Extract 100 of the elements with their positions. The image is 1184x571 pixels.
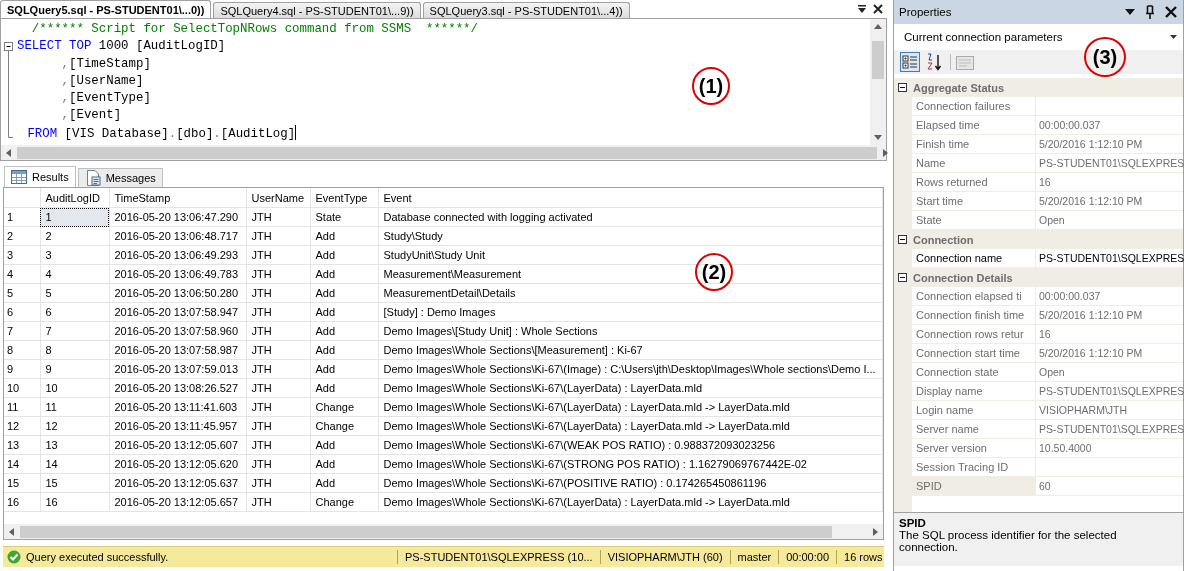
status-field: master: [729, 550, 779, 564]
grid-icon: [11, 170, 27, 184]
property-value: VISIOPHARM\JTH: [1038, 403, 1129, 418]
scrollbar-thumb[interactable]: [17, 146, 877, 159]
column-header[interactable]: TimeStamp: [109, 188, 246, 208]
table-cell: Demo Images\Whole Sections\Ki-67\(LayerData) : LayerData.mld -> LayerData.mld: [378, 416, 883, 436]
row-number: 12: [4, 416, 40, 436]
categorized-icon[interactable]: [900, 52, 920, 72]
property-value: 5/20/2016 1:12:10 PM: [1038, 346, 1144, 361]
close-icon[interactable]: [1165, 6, 1177, 18]
table-cell: 13: [40, 435, 109, 455]
table-cell: State: [310, 207, 378, 227]
table-cell: JTH: [246, 340, 310, 360]
column-header[interactable]: UserName: [246, 188, 310, 208]
status-message: Query executed successfully.: [26, 551, 169, 563]
table-cell: Demo Images\[Study Unit] : Whole Sections: [378, 321, 883, 341]
collapse-icon[interactable]: [898, 235, 907, 244]
column-header[interactable]: AuditLogID: [40, 188, 109, 208]
property-pages-icon: [956, 54, 974, 70]
table-cell: 2016-05-20 13:06:50.280: [109, 283, 246, 303]
property-name[interactable]: Elapsed time: [912, 116, 1036, 134]
table-cell: JTH: [246, 321, 310, 341]
vertical-scrollbar[interactable]: [870, 19, 886, 145]
table-cell: JTH: [246, 378, 310, 398]
table-cell: JTH: [246, 359, 310, 379]
results-tab[interactable]: Messages: [77, 168, 163, 187]
table-cell: Demo Images\Whole Sections\Ki-67\(LayerData) : LayerData.mld -> LayerData.mld: [378, 397, 883, 417]
property-name[interactable]: Login name: [912, 401, 1036, 419]
table-cell: JTH: [246, 226, 310, 246]
table-cell: Demo Images\Whole Sections\Ki-67\(Image) : C:\Users\jth\Desktop\Images\Whole sections\Demo I...: [378, 359, 883, 379]
status-field: 16 rows: [836, 550, 890, 564]
row-number: 14: [4, 454, 40, 474]
document-tab[interactable]: SQLQuery5.sql - PS-STUDENT01\...0)): [0, 0, 212, 18]
table-cell: 2016-05-20 13:12:05.620: [109, 454, 246, 474]
text-cursor: [295, 124, 297, 140]
category-header[interactable]: Connection: [913, 233, 974, 246]
property-name[interactable]: Connection elapsed ti: [912, 287, 1036, 305]
column-header[interactable]: EventType: [310, 188, 378, 208]
property-name[interactable]: Connection name: [912, 249, 1036, 267]
dropdown-icon[interactable]: [857, 4, 867, 14]
document-tab[interactable]: SQLQuery3.sql - PS-STUDENT01\...4)): [422, 2, 630, 18]
column-header[interactable]: Event: [378, 188, 883, 208]
property-value: 60: [1038, 479, 1052, 494]
code-folding-drawing[interactable]: [4, 42, 13, 138]
status-field: VISIOPHARM\JTH (60): [599, 550, 730, 564]
scrollbar-thumb[interactable]: [20, 525, 832, 538]
property-name[interactable]: Server name: [912, 420, 1036, 438]
property-name[interactable]: Start time: [912, 192, 1036, 210]
table-cell: 8: [40, 340, 109, 360]
property-value: PS-STUDENT01\SQLEXPRES: [1038, 251, 1184, 266]
property-name[interactable]: Session Tracing ID: [912, 458, 1036, 476]
table-cell: 2016-05-20 13:08:26.527: [109, 378, 246, 398]
table-cell: 2016-05-20 13:12:05.657: [109, 492, 246, 512]
table-cell: 2016-05-20 13:11:41.603: [109, 397, 246, 417]
horizontal-scrollbar[interactable]: [4, 524, 883, 539]
code-line: ,[Event]: [61, 107, 122, 125]
scrollbar-thumb[interactable]: [872, 41, 884, 79]
property-name[interactable]: Name: [912, 154, 1036, 172]
property-name[interactable]: Finish time: [912, 135, 1036, 153]
table-cell: Change: [310, 416, 378, 436]
property-name[interactable]: Connection start time: [912, 344, 1036, 362]
annotation-circle: (2): [695, 253, 733, 291]
table-cell: Demo Images\Whole Sections\[Measurement] : Ki-67: [378, 340, 883, 360]
property-name[interactable]: SPID: [912, 477, 1036, 495]
table-cell: Demo Images\Whole Sections\Ki-67\(LayerData) : LayerData.mld -> LayerData.mld: [378, 492, 883, 512]
property-value: 00:00:00.037: [1038, 289, 1102, 304]
property-value: 5/20/2016 1:12:10 PM: [1038, 194, 1144, 209]
property-name[interactable]: Server version: [912, 439, 1036, 457]
collapse-icon[interactable]: [898, 273, 907, 282]
collapse-icon[interactable]: [898, 83, 907, 92]
table-cell: Add: [310, 473, 378, 493]
dropdown-arrow-icon: [1170, 35, 1177, 39]
horizontal-scrollbar[interactable]: [0, 145, 887, 161]
code-line: ,[TimeStamp]: [61, 55, 151, 73]
property-name[interactable]: Connection state: [912, 363, 1036, 381]
property-name[interactable]: Display name: [912, 382, 1036, 400]
property-name[interactable]: Rows returned: [912, 173, 1036, 191]
close-icon[interactable]: [873, 4, 883, 14]
table-cell: Add: [310, 283, 378, 303]
table-cell: JTH: [246, 492, 310, 512]
table-cell: Demo Images\Whole Sections\Ki-67\(STRONG POS RATIO) : 1.16279069767442E-02: [378, 454, 883, 474]
table-cell: JTH: [246, 454, 310, 474]
property-value: 16: [1038, 327, 1052, 342]
property-name[interactable]: Connection rows retur: [912, 325, 1036, 343]
results-tab[interactable]: Results: [4, 166, 76, 187]
table-cell: Add: [310, 321, 378, 341]
dropdown-icon[interactable]: [1125, 8, 1135, 16]
table-cell: 3: [40, 245, 109, 265]
table-cell: Add: [310, 378, 378, 398]
document-tab[interactable]: SQLQuery4.sql - PS-STUDENT01\...9)): [213, 2, 421, 18]
code-line: SELECT TOP 1000 [AuditLogID]: [17, 38, 226, 56]
pin-icon[interactable]: [1145, 5, 1155, 19]
row-number: 16: [4, 492, 40, 512]
property-name[interactable]: State: [912, 211, 1036, 229]
table-cell: 5: [40, 283, 109, 303]
table-cell: 15: [40, 473, 109, 493]
property-name[interactable]: Connection finish time: [912, 306, 1036, 324]
table-cell: JTH: [246, 264, 310, 284]
table-cell: 2: [40, 226, 109, 246]
property-name[interactable]: Connection failures: [912, 97, 1036, 115]
